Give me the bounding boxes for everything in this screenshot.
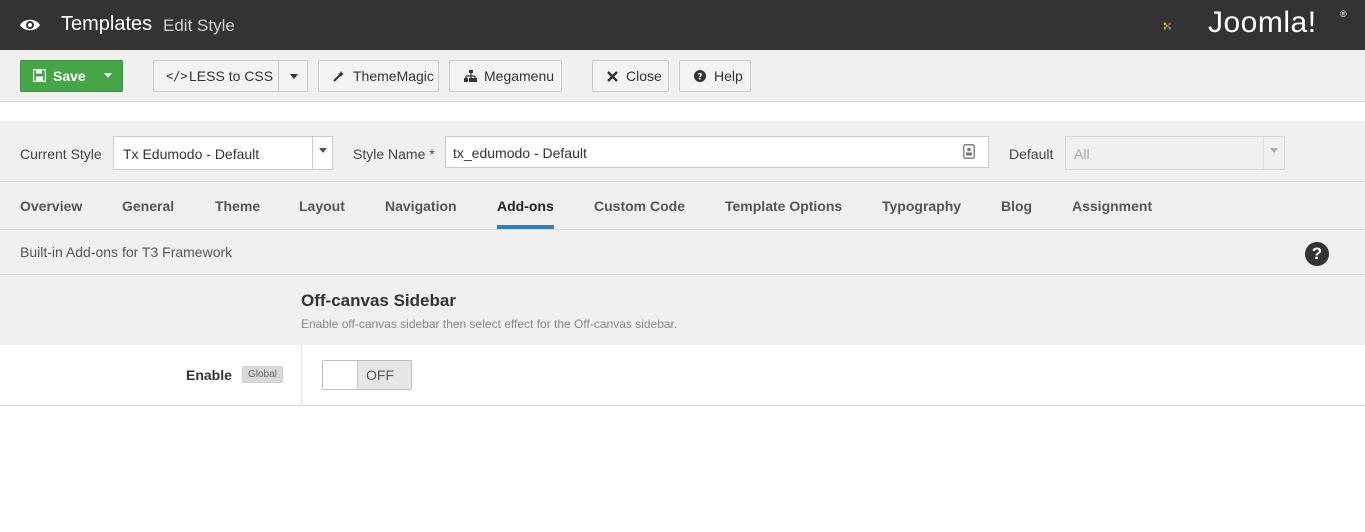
joomla-logo-text: Joomla! [1208, 6, 1317, 39]
offcanvas-description: Enable off-canvas sidebar then select ef… [301, 317, 678, 331]
current-style-value: Tx Edumodo - Default [123, 146, 260, 162]
toolbar: Save </> LESS to CSS ThemeMagic Megamenu… [0, 50, 1365, 102]
style-name-input[interactable]: tx_edumodo - Default [445, 136, 989, 168]
tab-template-options[interactable]: Template Options [725, 198, 842, 214]
current-style-label: Current Style [20, 146, 102, 162]
top-header: Templates Edit Style Joomla! ® [0, 0, 1365, 50]
offcanvas-group-header: Off-canvas Sidebar Enable off-canvas sid… [0, 275, 1365, 345]
toggle-knob[interactable] [323, 361, 358, 389]
section-description: Built-in Add-ons for T3 Framework [20, 244, 233, 260]
current-style-divider [312, 137, 313, 169]
current-style-select[interactable]: Tx Edumodo - Default [113, 136, 333, 170]
save-dropdown-caret-icon[interactable] [104, 73, 112, 78]
style-name-value: tx_edumodo - Default [453, 145, 587, 161]
thememagic-label: ThemeMagic [353, 68, 434, 84]
style-settings-bar: Current Style Tx Edumodo - Default Style… [0, 121, 1365, 182]
tab-custom-code[interactable]: Custom Code [594, 198, 685, 214]
toggle-state: OFF [358, 361, 411, 389]
joomla-logo-icon [1163, 22, 1171, 30]
eye-icon[interactable] [19, 15, 41, 35]
settings-tabs: Overview General Theme Layout Navigation… [0, 182, 1365, 230]
close-icon [605, 69, 619, 83]
tab-typography[interactable]: Typography [882, 198, 961, 214]
thememagic-button[interactable]: ThemeMagic [318, 60, 439, 92]
tab-layout[interactable]: Layout [299, 198, 345, 214]
enable-toggle[interactable]: OFF [322, 360, 412, 390]
contact-card-icon[interactable] [963, 144, 975, 159]
chevron-down-icon [319, 148, 327, 153]
close-label: Close [626, 68, 662, 84]
enable-label: Enable [186, 367, 232, 383]
help-button[interactable]: ? Help [679, 60, 751, 92]
tab-general[interactable]: General [122, 198, 174, 214]
less-to-css-label: LESS to CSS [189, 68, 274, 84]
page-title: Templates [61, 13, 153, 35]
code-icon: </> [166, 69, 188, 83]
row-divider [301, 345, 302, 405]
tab-assignment[interactable]: Assignment [1072, 198, 1152, 214]
less-dropdown-caret-icon[interactable] [290, 74, 298, 79]
page-subtitle: Edit Style [163, 16, 235, 35]
megamenu-label: Megamenu [484, 68, 555, 84]
tab-overview[interactable]: Overview [20, 198, 82, 214]
sitemap-icon [463, 69, 477, 83]
tab-navigation[interactable]: Navigation [385, 198, 457, 214]
magic-wand-icon [332, 69, 346, 83]
default-select[interactable]: All [1065, 136, 1285, 170]
question-circle-icon: ? [693, 69, 707, 83]
default-value: All [1074, 146, 1090, 162]
enable-row: Enable Global OFF [0, 345, 1365, 406]
default-divider [1263, 137, 1264, 169]
active-tab-indicator [497, 225, 554, 229]
close-button[interactable]: Close [592, 60, 669, 92]
less-divider [278, 61, 279, 91]
style-name-label: Style Name * [353, 146, 435, 162]
joomla-logo-registered: ® [1340, 9, 1347, 19]
tab-add-ons[interactable]: Add-ons [497, 198, 554, 214]
tab-blog[interactable]: Blog [1001, 198, 1032, 214]
save-button[interactable]: Save [20, 60, 123, 92]
global-badge: Global [242, 366, 283, 383]
svg-text:?: ? [697, 73, 702, 83]
section-description-bar: Built-in Add-ons for T3 Framework ? [0, 230, 1365, 275]
offcanvas-title: Off-canvas Sidebar [301, 291, 456, 310]
help-icon[interactable]: ? [1305, 242, 1329, 266]
tab-theme[interactable]: Theme [215, 198, 260, 214]
chevron-down-icon [1270, 148, 1278, 153]
less-to-css-button[interactable]: </> LESS to CSS [153, 60, 308, 92]
default-label: Default [1009, 146, 1054, 162]
megamenu-button[interactable]: Megamenu [449, 60, 562, 92]
save-button-label: Save [53, 68, 86, 84]
save-disk-icon [33, 69, 46, 82]
help-label: Help [714, 68, 743, 84]
